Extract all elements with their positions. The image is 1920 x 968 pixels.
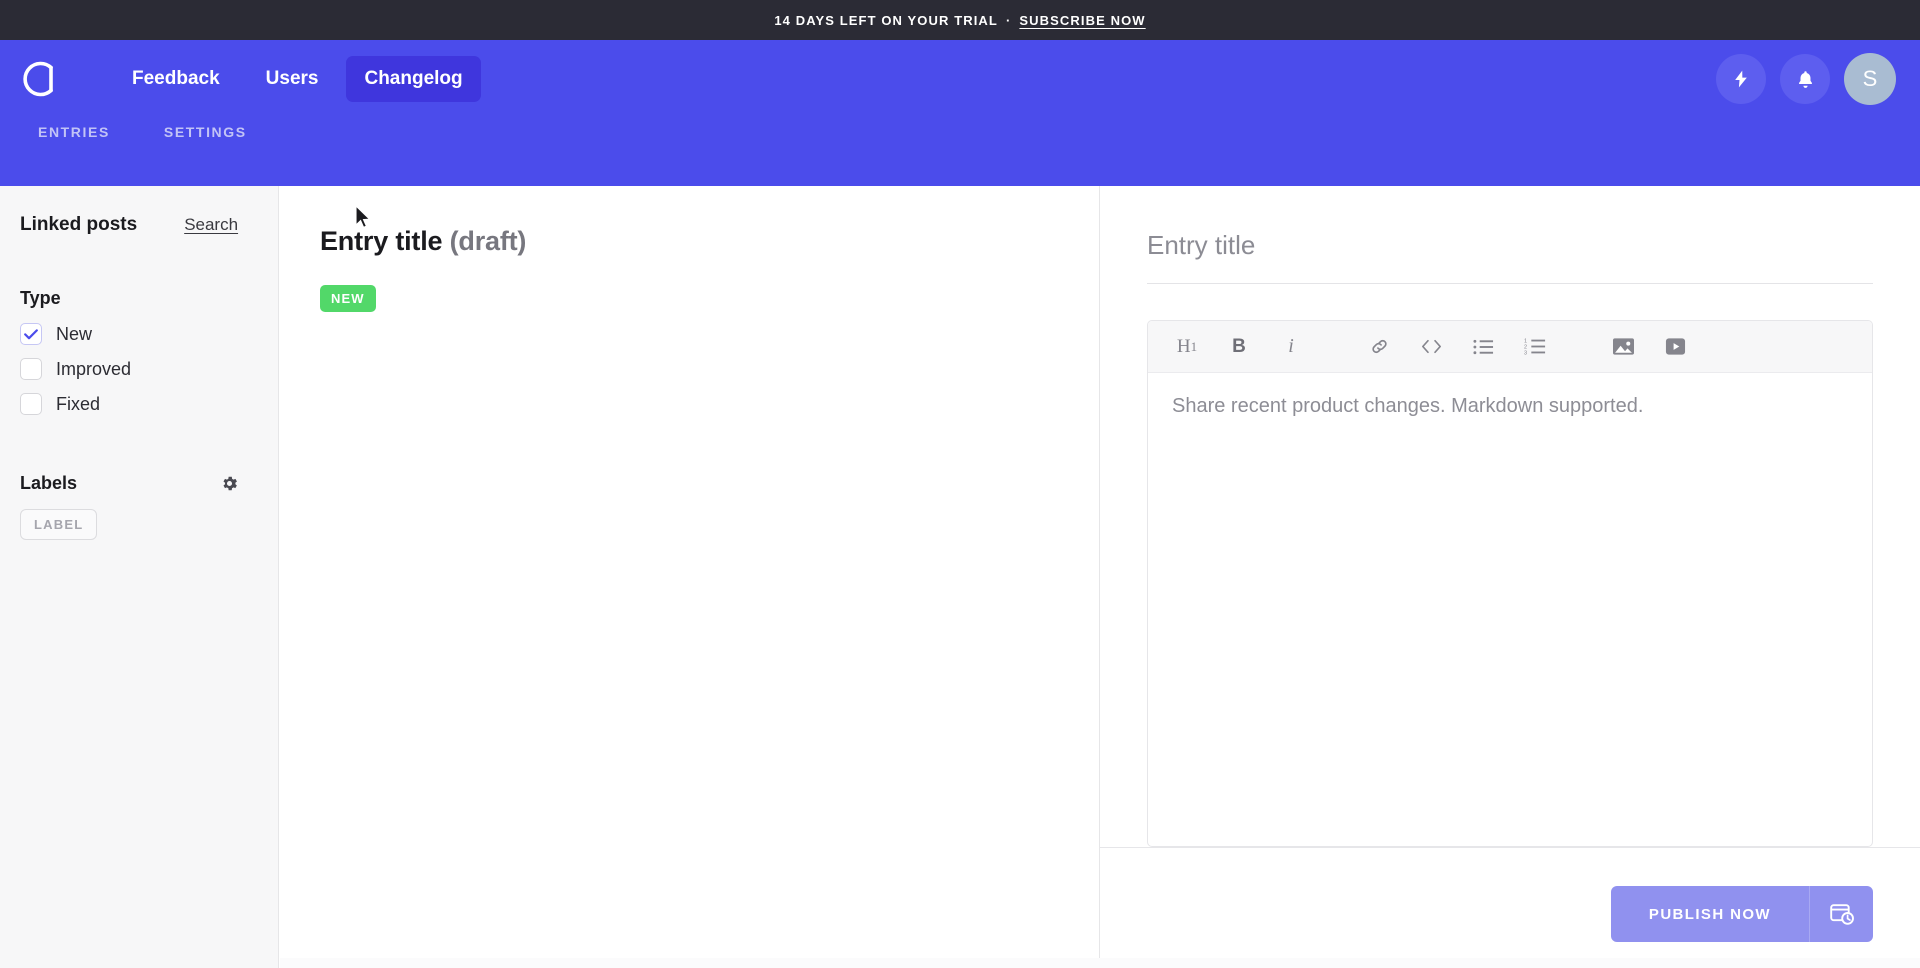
type-label-fixed: Fixed (56, 393, 101, 414)
bell-notification-icon[interactable] (1780, 54, 1830, 104)
top-navigation-bar: Feedback Users Changelog S (0, 40, 1920, 118)
bullet-list-icon[interactable] (1468, 332, 1498, 362)
checkbox-improved[interactable] (20, 358, 42, 380)
numbered-list-icon[interactable]: 1 2 3 (1520, 332, 1550, 362)
gear-icon[interactable] (220, 474, 239, 493)
editor-footer: PUBLISH NOW (1100, 847, 1920, 968)
primary-nav-links: Feedback Users Changelog (114, 56, 481, 102)
nav-link-users[interactable]: Users (248, 56, 337, 102)
preview-draft-suffix: (draft) (449, 226, 527, 256)
subnav-item-entries[interactable]: ENTRIES (38, 118, 110, 140)
avatar-initial: S (1862, 66, 1878, 91)
nav-link-feedback[interactable]: Feedback (114, 56, 238, 102)
schedule-publish-button[interactable] (1809, 886, 1873, 942)
bold-icon[interactable]: B (1224, 332, 1254, 362)
image-icon[interactable] (1608, 332, 1638, 362)
preview-title-text: Entry title (320, 226, 443, 256)
search-link[interactable]: Search (184, 215, 238, 235)
entry-title-input[interactable] (1147, 230, 1873, 284)
workspace: Linked posts Search Type New Improved Fi… (0, 186, 1920, 968)
subscribe-now-link[interactable]: SUBSCRIBE NOW (1019, 13, 1145, 28)
avatar[interactable]: S (1844, 53, 1896, 105)
link-icon[interactable] (1364, 332, 1394, 362)
canny-c-logo-icon[interactable] (18, 57, 62, 101)
entry-preview-panel: Entry title (draft) NEW (279, 186, 1100, 968)
preview-entry-title: Entry title (draft) (320, 226, 1099, 257)
type-label-improved: Improved (56, 358, 132, 379)
type-heading: Type (20, 288, 61, 308)
checkbox-new[interactable] (20, 323, 42, 345)
trial-banner: 14 DAYS LEFT ON YOUR TRIAL · SUBSCRIBE N… (0, 0, 1920, 40)
entry-body-input[interactable]: Share recent product changes. Markdown s… (1148, 373, 1872, 846)
rich-text-editor: H1 B i 1 2 3 Share recent product change… (1147, 320, 1873, 847)
heading-1-icon[interactable]: H1 (1172, 332, 1202, 362)
label-chip[interactable]: LABEL (20, 509, 98, 540)
nav-link-changelog[interactable]: Changelog (346, 56, 481, 102)
publish-button-group: PUBLISH NOW (1610, 886, 1873, 942)
type-filter-improved[interactable]: Improved (20, 358, 258, 380)
entry-editor-panel: H1 B i (1100, 186, 1920, 968)
checkbox-fixed[interactable] (20, 393, 42, 415)
type-filter-new[interactable]: New (20, 323, 258, 345)
status-badge: NEW (320, 285, 376, 312)
linked-posts-header: Linked posts Search (20, 214, 258, 236)
svg-text:3: 3 (1524, 350, 1527, 356)
publish-now-button[interactable]: PUBLISH NOW (1610, 886, 1809, 942)
labels-header: Labels (20, 473, 258, 494)
left-sidebar: Linked posts Search Type New Improved Fi… (0, 186, 279, 968)
editor-toolbar: H1 B i 1 2 3 (1148, 321, 1872, 373)
labels-heading: Labels (20, 473, 78, 493)
changelog-subnav: ENTRIES SETTINGS (0, 118, 1920, 186)
editor-body: H1 B i (1100, 186, 1920, 847)
trial-banner-separator: · (1005, 12, 1012, 28)
italic-icon[interactable]: i (1276, 332, 1306, 362)
type-label-new: New (56, 323, 93, 344)
trial-banner-text: 14 DAYS LEFT ON YOUR TRIAL (774, 12, 998, 28)
code-icon[interactable] (1416, 332, 1446, 362)
nav-right-actions: S (1716, 53, 1896, 105)
subnav-item-settings[interactable]: SETTINGS (164, 118, 247, 140)
linked-posts-title: Linked posts (20, 214, 138, 235)
lightning-bolt-icon[interactable] (1716, 54, 1766, 104)
video-icon[interactable] (1660, 332, 1690, 362)
type-filter-fixed[interactable]: Fixed (20, 393, 258, 415)
